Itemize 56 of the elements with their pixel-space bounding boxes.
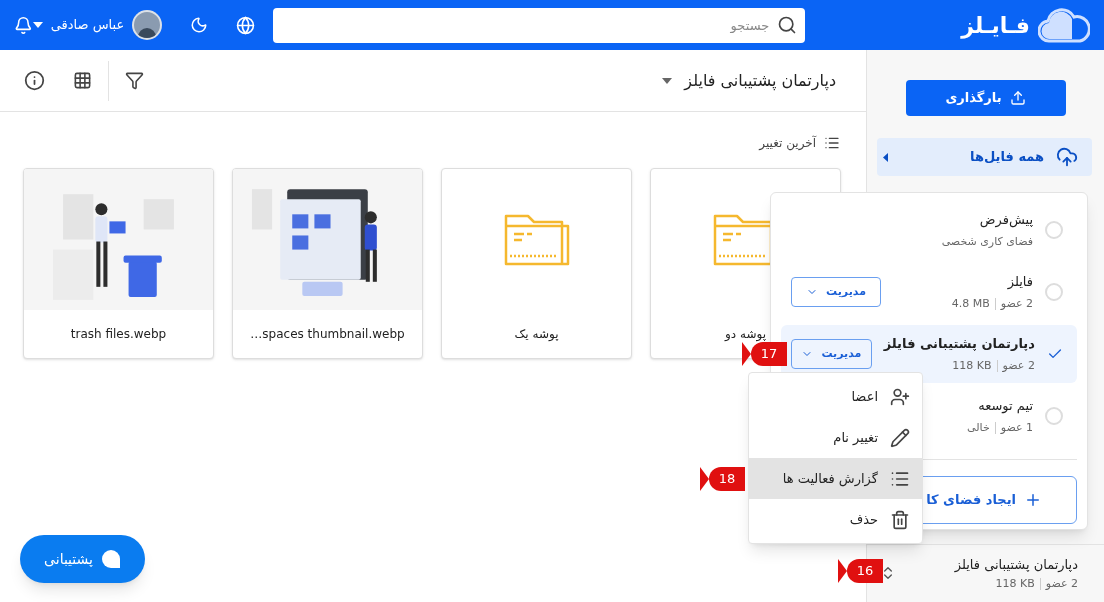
caret-icon — [883, 152, 888, 162]
caret-icon — [32, 22, 43, 28]
search-field[interactable]: جستجو — [273, 7, 806, 43]
user-menu[interactable]: عباس صادقی — [32, 10, 163, 40]
chat-bubble-icon — [100, 549, 121, 569]
member-count: 2 عضو — [1002, 357, 1035, 374]
storage-size: 118 KB — [995, 576, 1035, 592]
workspace-name: پیش‌فرض — [978, 211, 1033, 230]
member-count: 1 عضو — [1000, 419, 1033, 436]
globe-icon[interactable] — [236, 15, 256, 35]
file-name: پوشه یک — [514, 326, 559, 343]
workspace-name: دپارتمان پشتیبانی فایلز — [954, 555, 1078, 574]
radio-button[interactable] — [1045, 283, 1063, 301]
pencil-icon — [890, 427, 910, 448]
file-card[interactable]: trash files.webp — [23, 168, 214, 359]
radio-button[interactable] — [1045, 407, 1063, 425]
storage-size: خالی — [967, 419, 990, 436]
member-count: 2 عضو — [1000, 295, 1033, 312]
storage-size: 118 KB — [952, 357, 992, 374]
notifications-icon[interactable] — [14, 15, 33, 35]
workspace-name: دپارتمان پشتیبانی فایلز — [883, 335, 1035, 353]
workspace-title[interactable]: دپارتمان پشتیبانی فایلز — [662, 68, 836, 93]
upload-icon — [1009, 90, 1026, 106]
grid-view-icon[interactable] — [73, 71, 92, 90]
file-name: پوشه دو — [725, 326, 766, 343]
info-icon[interactable] — [24, 70, 45, 91]
workspace-subtitle: فضای کاری شخصی — [941, 233, 1033, 250]
cloud-logo-icon — [1038, 7, 1090, 43]
menu-item[interactable]: گزارش فعالیت ها — [749, 458, 922, 499]
support-button[interactable]: پشتیبانی — [20, 535, 145, 583]
folder-card[interactable]: پوشه یک — [441, 168, 632, 359]
radio-button[interactable] — [1045, 221, 1063, 239]
caret-icon — [662, 77, 673, 84]
plus-icon — [1024, 491, 1042, 509]
manage-button[interactable]: مدیریت — [791, 277, 881, 307]
search-icon — [777, 14, 798, 35]
member-count: 2 عضو — [1045, 576, 1078, 592]
logo-text: فـایـلز — [961, 11, 1030, 41]
file-name: …spaces thumbnail.webp — [250, 326, 405, 343]
manage-button[interactable]: مدیریت — [791, 339, 872, 369]
trash-icon — [890, 509, 910, 530]
cloud-upload-icon — [1056, 146, 1078, 168]
upload-button[interactable]: بارگذاری — [905, 80, 1066, 116]
sort-control[interactable]: آخرین تغییر — [759, 134, 840, 152]
storage-size: 4.8 MB — [951, 295, 990, 312]
avatar — [132, 10, 163, 40]
dark-mode-icon[interactable] — [190, 16, 209, 34]
sort-icon — [824, 135, 840, 151]
filter-icon[interactable] — [125, 71, 144, 90]
workspace-name: فایلز — [1006, 273, 1033, 292]
add-user-icon — [890, 386, 910, 407]
workspace-name: تیم توسعه — [977, 397, 1033, 416]
menu-item[interactable]: تغییر نام — [749, 417, 922, 458]
sidebar-item[interactable]: همه فایل‌ها — [877, 138, 1092, 176]
file-name: trash files.webp — [70, 326, 167, 343]
file-card[interactable]: …spaces thumbnail.webp — [232, 168, 423, 359]
